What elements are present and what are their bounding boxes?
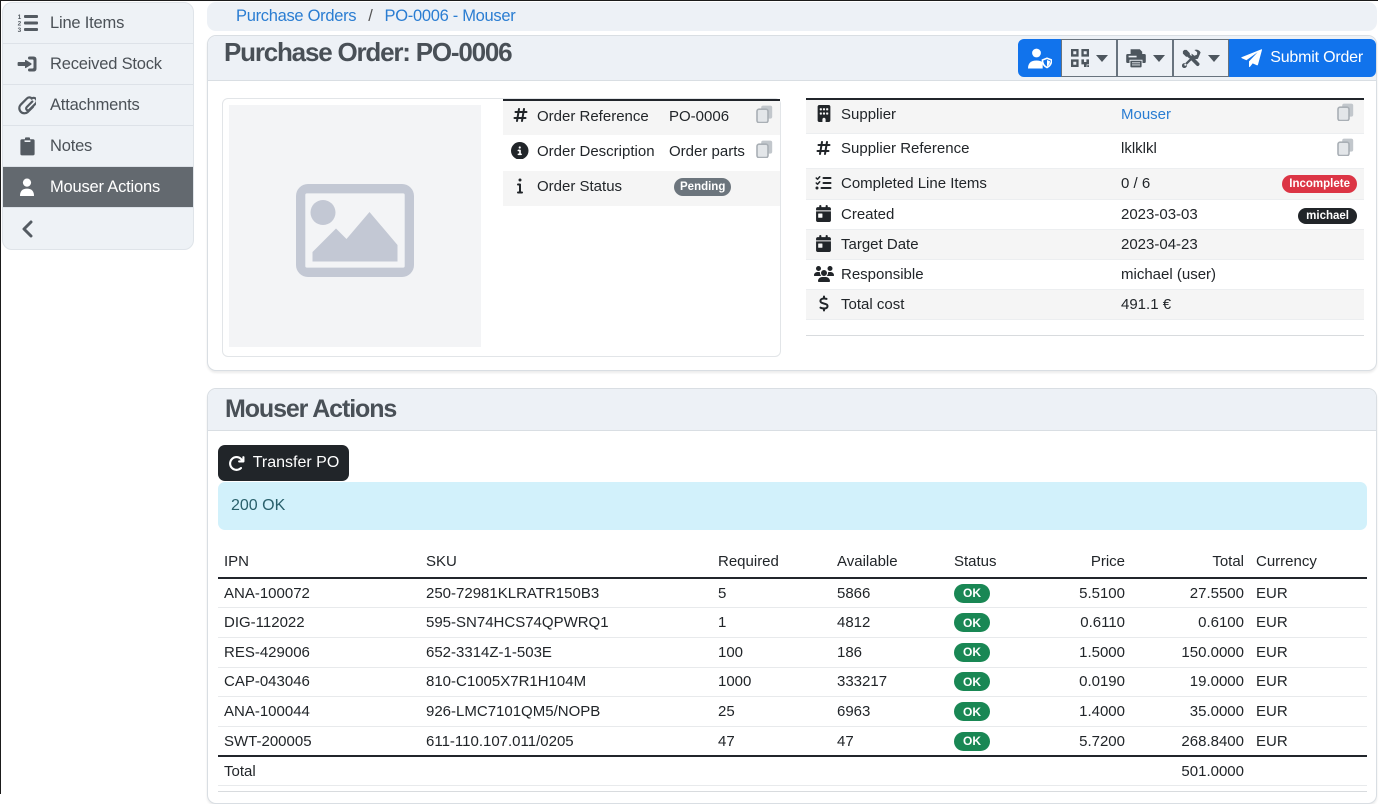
svg-text:3: 3 [17, 27, 21, 32]
